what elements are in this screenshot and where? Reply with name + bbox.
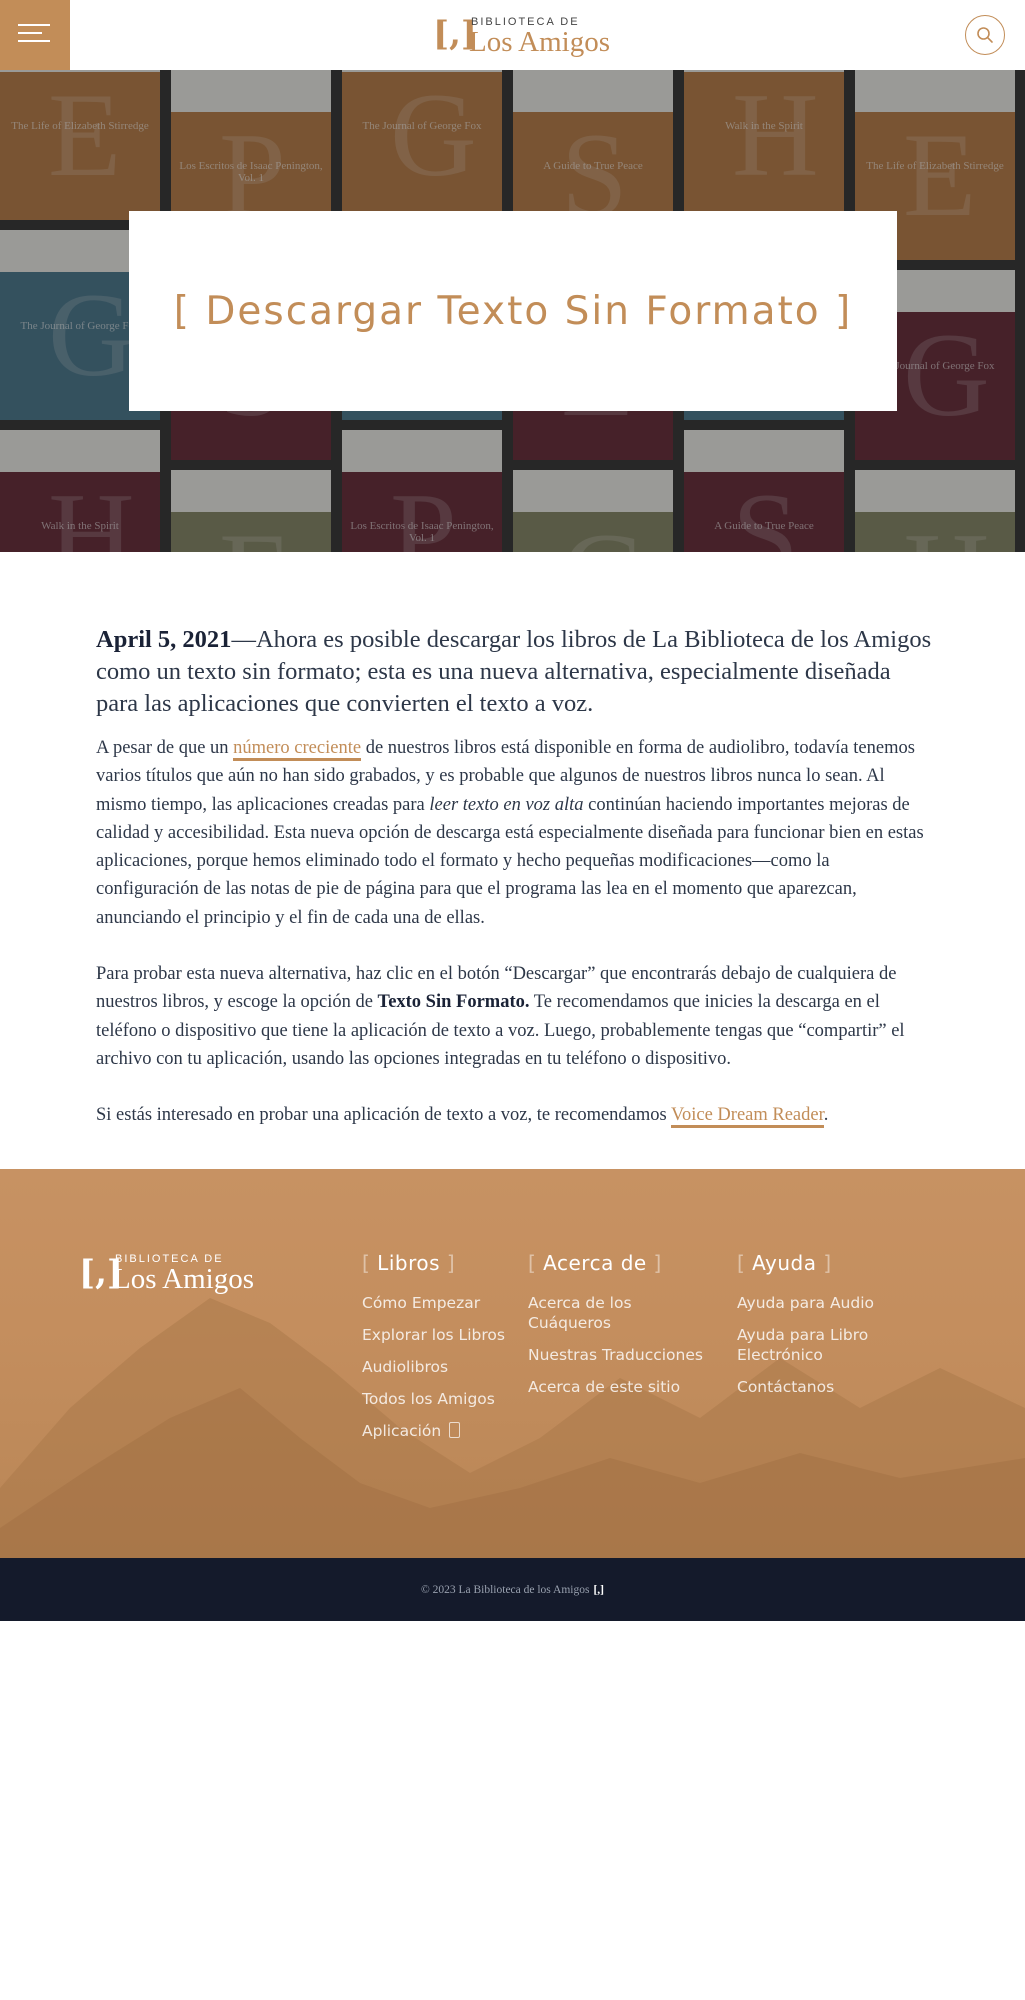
link-label: Ayuda para Audio bbox=[737, 1294, 875, 1312]
hamburger-icon-line bbox=[18, 40, 50, 42]
heading-text: Libros bbox=[377, 1251, 441, 1275]
link-label: Nuestras Traducciones bbox=[528, 1346, 703, 1364]
footer-link-app[interactable]: Aplicación bbox=[362, 1421, 512, 1441]
footer-link-list: Cómo Empezar Explorar los Libros Audioli… bbox=[362, 1293, 512, 1441]
heading-text: Ayuda bbox=[752, 1251, 817, 1275]
heading-text: Acerca de bbox=[543, 1251, 647, 1275]
site-logo[interactable]: [,] BIBLIOTECA DE Los Amigos bbox=[433, 14, 633, 58]
footer-column-acerca: [ Acerca de ] Acerca de los Cuáqueros Nu… bbox=[528, 1251, 718, 1409]
paragraph-1: A pesar de que un número creciente de nu… bbox=[96, 734, 936, 932]
article-date: April 5, 2021 bbox=[96, 626, 232, 653]
link-label: Ayuda para Libro Electrónico bbox=[737, 1326, 869, 1364]
link-label: Acerca de los Cuáqueros bbox=[528, 1294, 632, 1332]
text: A pesar de que un bbox=[96, 738, 234, 758]
logo-big-text: Los Amigos bbox=[113, 1263, 254, 1295]
footer-heading: [ Libros ] bbox=[362, 1251, 456, 1275]
paragraph-3: Si estás interesado en probar una aplica… bbox=[96, 1101, 936, 1129]
emphasis-text: leer texto en voz alta bbox=[429, 794, 584, 815]
article: April 5, 2021—Ahora es posible descargar… bbox=[96, 624, 936, 1130]
audiobooks-link[interactable]: número creciente bbox=[233, 738, 362, 761]
voice-dream-reader-link[interactable]: Voice Dream Reader bbox=[671, 1105, 824, 1129]
strong-text: Texto Sin Formato. bbox=[377, 992, 530, 1013]
footer-link-list: Acerca de los Cuáqueros Nuestras Traducc… bbox=[528, 1293, 718, 1397]
footer-link[interactable]: Acerca de este sitio bbox=[528, 1377, 718, 1397]
footer-link[interactable]: Explorar los Libros bbox=[362, 1325, 512, 1345]
text: . bbox=[823, 1105, 829, 1126]
paragraph-2: Para probar esta nueva alternativa, haz … bbox=[96, 960, 936, 1073]
link-label: Todos los Amigos bbox=[362, 1390, 495, 1408]
copyright-bar: © 2023 La Biblioteca de los Amigos [,] bbox=[0, 1558, 1025, 1621]
logo-big-text: Los Amigos bbox=[469, 26, 610, 58]
hamburger-icon bbox=[18, 24, 50, 26]
footer-column-ayuda: [ Ayuda ] Ayuda para Audio Ayuda para Li… bbox=[737, 1251, 897, 1409]
footer-link[interactable]: Audiolibros bbox=[362, 1357, 512, 1377]
search-icon bbox=[977, 27, 993, 43]
page-title: [ Descargar Texto Sin Formato ] bbox=[173, 288, 853, 334]
copyright-text: © 2023 La Biblioteca de los Amigos [,] bbox=[0, 1558, 1025, 1621]
footer-logo[interactable]: [,] BIBLIOTECA DE Los Amigos bbox=[79, 1253, 279, 1297]
site-header: [,] BIBLIOTECA DE Los Amigos bbox=[0, 0, 1025, 70]
phone-icon bbox=[449, 1422, 461, 1438]
search-button[interactable] bbox=[965, 15, 1005, 55]
link-label: Cómo Empezar bbox=[362, 1294, 481, 1312]
hero-banner: E The Life of Elizabeth Stirredge G The Jou… bbox=[0, 70, 1025, 552]
menu-button[interactable] bbox=[0, 0, 70, 70]
footer-link[interactable]: Cómo Empezar bbox=[362, 1293, 512, 1313]
site-footer: [,] BIBLIOTECA DE Los Amigos [ Libros ] … bbox=[0, 1169, 1025, 1558]
footer-link[interactable]: Nuestras Traducciones bbox=[528, 1345, 718, 1365]
footer-heading: [ Ayuda ] bbox=[737, 1251, 832, 1275]
link-label: Aplicación bbox=[362, 1422, 442, 1440]
footer-link-list: Ayuda para Audio Ayuda para Libro Electr… bbox=[737, 1293, 897, 1397]
text: Si estás interesado en probar una aplica… bbox=[96, 1105, 672, 1126]
copyright-label: © 2023 La Biblioteca de los Amigos bbox=[421, 1583, 590, 1596]
link-label: Explorar los Libros bbox=[362, 1326, 505, 1344]
link-label: Audiolibros bbox=[362, 1358, 449, 1376]
link-label: Contáctanos bbox=[737, 1378, 835, 1396]
footer-link[interactable]: Ayuda para Audio bbox=[737, 1293, 897, 1313]
footer-link[interactable]: Acerca de los Cuáqueros bbox=[528, 1293, 718, 1333]
hamburger-icon-line bbox=[18, 32, 42, 34]
hero-title-box: [ Descargar Texto Sin Formato ] bbox=[129, 211, 897, 411]
footer-column-libros: [ Libros ] Cómo Empezar Explorar los Lib… bbox=[362, 1251, 512, 1453]
footer-link[interactable]: Ayuda para Libro Electrónico bbox=[737, 1325, 897, 1365]
copyright-mark: [,] bbox=[593, 1583, 604, 1596]
footer-link[interactable]: Todos los Amigos bbox=[362, 1389, 512, 1409]
footer-heading: [ Acerca de ] bbox=[528, 1251, 662, 1275]
article-lead: April 5, 2021—Ahora es posible descargar… bbox=[96, 624, 936, 720]
footer-link[interactable]: Contáctanos bbox=[737, 1377, 897, 1397]
link-label: Acerca de este sitio bbox=[528, 1378, 681, 1396]
